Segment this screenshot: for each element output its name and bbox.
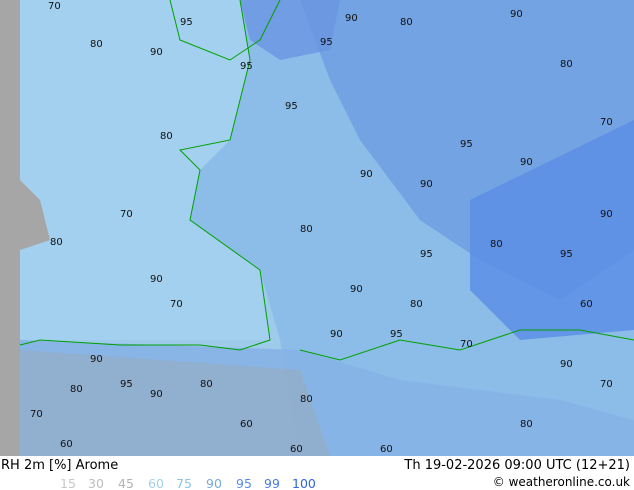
contour-label: 95 — [120, 379, 133, 390]
contour-label: 95 — [560, 249, 573, 260]
map-title: RH 2m [%] Arome — [1, 458, 119, 473]
contour-label: 95 — [320, 37, 333, 48]
contour-label: 80 — [490, 239, 503, 250]
contour-label: 90 — [510, 9, 523, 20]
contour-label: 70 — [600, 379, 613, 390]
contour-label: 80 — [400, 17, 413, 28]
contour-label: 95 — [420, 249, 433, 260]
legend-item-45: 45 — [118, 476, 134, 490]
legend-item-15: 15 — [60, 476, 76, 490]
legend-item-60: 60 — [148, 476, 164, 490]
contour-label: 80 — [560, 59, 573, 70]
contour-label: 90 — [360, 169, 373, 180]
contour-label: 90 — [330, 329, 343, 340]
contour-label: 60 — [290, 444, 303, 455]
contour-label: 95 — [460, 139, 473, 150]
legend-item-75: 75 — [176, 476, 192, 490]
contour-label: 90 — [150, 389, 163, 400]
forecast-datetime: Th 19-02-2026 09:00 UTC (12+21) — [404, 458, 630, 473]
contour-label: 60 — [60, 439, 73, 450]
contour-label: 95 — [285, 101, 298, 112]
map-footer: RH 2m [%] Arome Th 19-02-2026 09:00 UTC … — [0, 456, 634, 490]
contour-label: 90 — [350, 284, 363, 295]
legend-item-100: 100 — [292, 476, 316, 490]
contour-label: 80 — [160, 131, 173, 142]
contour-label: 90 — [150, 47, 163, 58]
contour-label: 80 — [410, 299, 423, 310]
contour-label: 95 — [180, 17, 193, 28]
legend-item-90: 90 — [206, 476, 222, 490]
contour-label: 80 — [300, 224, 313, 235]
contour-label: 60 — [580, 299, 593, 310]
humidity-map — [0, 0, 634, 456]
contour-label: 95 — [390, 329, 403, 340]
weather-map-view: 70 80 95 90 80 95 95 90 80 90 70 80 95 90 80 90 95 90 80 70… — [0, 0, 634, 490]
contour-label: 80 — [200, 379, 213, 390]
legend-item-30: 30 — [88, 476, 104, 490]
contour-label: 80 — [50, 237, 63, 248]
contour-label: 90 — [345, 13, 358, 24]
credit-link[interactable]: © weatheronline.co.uk — [493, 475, 630, 489]
contour-label: 80 — [520, 419, 533, 430]
contour-label: 70 — [30, 409, 43, 420]
contour-label: 90 — [560, 359, 573, 370]
contour-label: 60 — [380, 444, 393, 455]
contour-label: 70 — [460, 339, 473, 350]
contour-label: 90 — [420, 179, 433, 190]
contour-label: 90 — [90, 354, 103, 365]
contour-label: 90 — [520, 157, 533, 168]
contour-label: 70 — [170, 299, 183, 310]
contour-label: 60 — [240, 419, 253, 430]
contour-label: 90 — [150, 274, 163, 285]
contour-label: 70 — [600, 117, 613, 128]
contour-label: 95 — [240, 61, 253, 72]
contour-label: 80 — [90, 39, 103, 50]
contour-label: 90 — [600, 209, 613, 220]
contour-label: 70 — [120, 209, 133, 220]
legend-item-99: 99 — [264, 476, 280, 490]
land-gray-strip — [0, 0, 20, 456]
contour-label: 80 — [70, 384, 83, 395]
legend-item-95: 95 — [236, 476, 252, 490]
contour-label: 80 — [300, 394, 313, 405]
contour-label: 70 — [48, 1, 61, 12]
